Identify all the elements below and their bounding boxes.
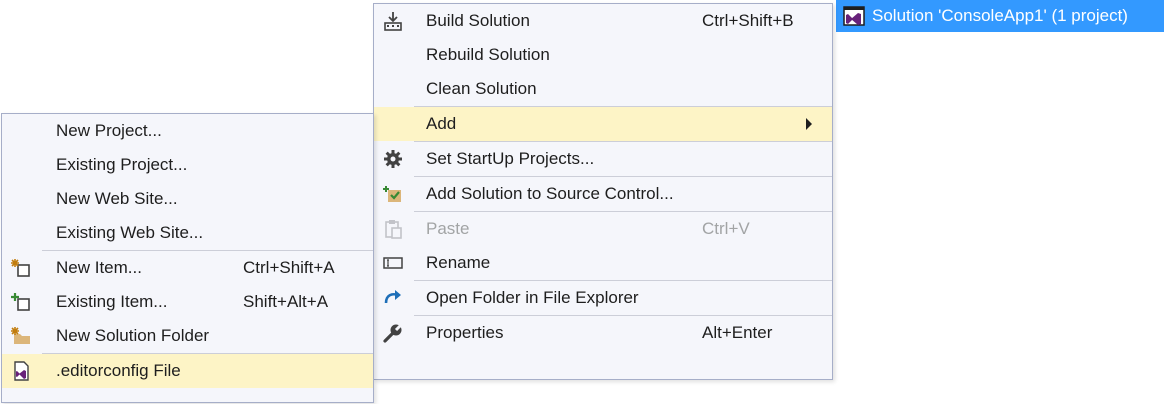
visual-studio-solution-icon [843, 6, 865, 26]
menu-item-label: Build Solution [426, 11, 530, 30]
menu-item-label: Paste [426, 219, 470, 238]
menu-item-clean-solution[interactable]: Clean Solution [374, 72, 832, 106]
solution-context-menu: Build Solution Ctrl+Shift+B Rebuild Solu… [373, 3, 833, 380]
submenu-item-existing-project[interactable]: Existing Project... [2, 148, 373, 182]
menu-item-label: Add Solution to Source Control... [426, 184, 674, 203]
menu-item-shortcut: Ctrl+Shift+B [702, 11, 794, 30]
menu-item-label: Set StartUp Projects... [426, 149, 595, 168]
gear-icon [384, 150, 402, 168]
menu-item-label: Add [426, 114, 457, 133]
editorconfig-file-icon [14, 361, 29, 381]
menu-item-open-folder-in-explorer[interactable]: Open Folder in File Explorer [374, 281, 832, 315]
wrench-icon [383, 322, 404, 343]
menu-item-paste[interactable]: Paste Ctrl+V [374, 212, 832, 246]
submenu-item-new-item[interactable]: New Item... Ctrl+Shift+A [2, 251, 373, 285]
menu-item-label: Rename [426, 253, 491, 272]
paste-icon [385, 220, 402, 239]
menu-item-label: Clean Solution [426, 79, 537, 98]
new-folder-icon [11, 327, 30, 344]
solution-node-label: Solution 'ConsoleApp1' (1 project) [872, 6, 1128, 25]
add-submenu: New Project... Existing Project... New W… [1, 113, 374, 403]
menu-item-label: Open Folder in File Explorer [426, 288, 639, 307]
new-item-icon [11, 259, 30, 277]
submenu-arrow-icon [806, 118, 812, 130]
menu-item-label: Properties [426, 323, 504, 342]
menu-item-label: New Project... [56, 121, 162, 140]
submenu-item-new-project[interactable]: New Project... [2, 114, 373, 148]
menu-item-label: .editorconfig File [56, 361, 181, 380]
menu-item-properties[interactable]: Properties Alt+Enter [374, 316, 832, 350]
menu-item-add[interactable]: Add [374, 107, 832, 141]
submenu-item-new-solution-folder[interactable]: New Solution Folder [2, 319, 373, 353]
menu-item-set-startup-projects[interactable]: Set StartUp Projects... [374, 142, 832, 176]
menu-item-label: Existing Project... [56, 155, 188, 174]
menu-item-add-to-source-control[interactable]: Add Solution to Source Control... [374, 177, 832, 211]
menu-item-build-solution[interactable]: Build Solution Ctrl+Shift+B [374, 4, 832, 38]
menu-item-shortcut: Ctrl+Shift+A [243, 258, 335, 277]
menu-item-rebuild-solution[interactable]: Rebuild Solution [374, 38, 832, 72]
menu-item-shortcut: Shift+Alt+A [243, 292, 329, 311]
menu-item-rename[interactable]: Rename [374, 246, 832, 280]
submenu-item-new-web-site[interactable]: New Web Site... [2, 182, 373, 216]
build-icon [384, 12, 402, 31]
menu-item-shortcut: Alt+Enter [702, 323, 773, 342]
submenu-item-existing-web-site[interactable]: Existing Web Site... [2, 216, 373, 250]
rename-icon [383, 257, 403, 269]
menu-item-label: Existing Web Site... [56, 223, 204, 242]
menu-item-label: Existing Item... [56, 292, 168, 311]
submenu-item-existing-item[interactable]: Existing Item... Shift+Alt+A [2, 285, 373, 319]
menu-item-shortcut: Ctrl+V [702, 219, 750, 238]
menu-item-label: New Solution Folder [56, 326, 210, 345]
menu-item-label: New Item... [56, 258, 142, 277]
submenu-item-editorconfig-file[interactable]: .editorconfig File [2, 354, 373, 388]
source-control-add-icon [383, 186, 401, 202]
refresh-arrow-icon [384, 290, 401, 304]
existing-item-icon [11, 293, 30, 311]
menu-item-label: Rebuild Solution [426, 45, 550, 64]
solution-node[interactable]: Solution 'ConsoleApp1' (1 project) [836, 0, 1164, 32]
menu-item-label: New Web Site... [56, 189, 178, 208]
